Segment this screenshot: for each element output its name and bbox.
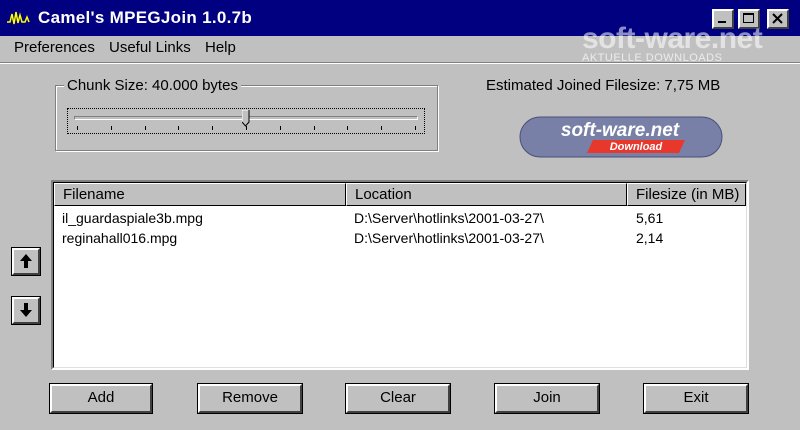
slider-tick	[212, 126, 214, 130]
slider-thumb[interactable]	[241, 109, 250, 127]
logo-download-text: Download	[610, 141, 663, 153]
soft-ware-logo[interactable]: soft-ware.net Download	[519, 116, 723, 158]
menu-preferences[interactable]: Preferences	[14, 39, 95, 56]
move-down-button[interactable]	[11, 296, 41, 325]
close-button[interactable]	[767, 9, 789, 29]
move-up-button[interactable]	[11, 247, 41, 276]
clear-button[interactable]: Clear	[345, 383, 451, 414]
exit-button[interactable]: Exit	[643, 383, 749, 414]
slider-tick	[110, 126, 112, 130]
slider-tick	[381, 126, 383, 130]
column-header-filename[interactable]: Filename	[54, 183, 346, 206]
remove-button[interactable]: Remove	[197, 383, 303, 414]
cell-filesize: 2,14	[636, 230, 664, 246]
list-item[interactable]: il_guardaspiale3b.mpg D:\Server\hotlinks…	[54, 208, 746, 228]
arrow-down-icon	[20, 303, 32, 317]
menu-divider	[0, 62, 800, 64]
slider-tick	[313, 126, 315, 130]
cell-location: D:\Server\hotlinks\2001-03-27\	[354, 210, 544, 226]
file-list[interactable]: Filename Location Filesize (in MB) il_gu…	[51, 180, 749, 370]
slider-tick	[415, 126, 416, 130]
slider-tick	[178, 126, 180, 130]
column-header-filesize[interactable]: Filesize (in MB)	[627, 183, 746, 206]
close-icon	[772, 13, 783, 24]
slider-tick	[77, 126, 78, 130]
slider-tick	[279, 126, 281, 130]
column-header-location[interactable]: Location	[346, 183, 627, 206]
window-title: Camel's MPEGJoin 1.0.7b	[38, 8, 253, 27]
cell-location: D:\Server\hotlinks\2001-03-27\	[354, 230, 544, 246]
cell-filename: reginahall016.mpg	[62, 230, 178, 246]
arrow-up-icon	[20, 254, 32, 268]
add-button[interactable]: Add	[49, 383, 153, 414]
waveform-icon[interactable]	[6, 8, 30, 28]
cell-filename: il_guardaspiale3b.mpg	[62, 210, 203, 226]
logo-text: soft-ware.net	[561, 120, 680, 141]
slider-tick	[144, 126, 146, 130]
cell-filesize: 5,61	[636, 210, 664, 226]
join-button[interactable]: Join	[494, 383, 600, 414]
menu-useful-links[interactable]: Useful Links	[109, 39, 191, 56]
list-item[interactable]: reginahall016.mpg D:\Server\hotlinks\200…	[54, 228, 746, 248]
estimated-filesize-label: Estimated Joined Filesize: 7,75 MB	[486, 77, 721, 94]
menu-help[interactable]: Help	[205, 39, 236, 56]
slider-tick	[347, 126, 349, 130]
chunk-size-label: Chunk Size: 40.000 bytes	[64, 77, 241, 94]
